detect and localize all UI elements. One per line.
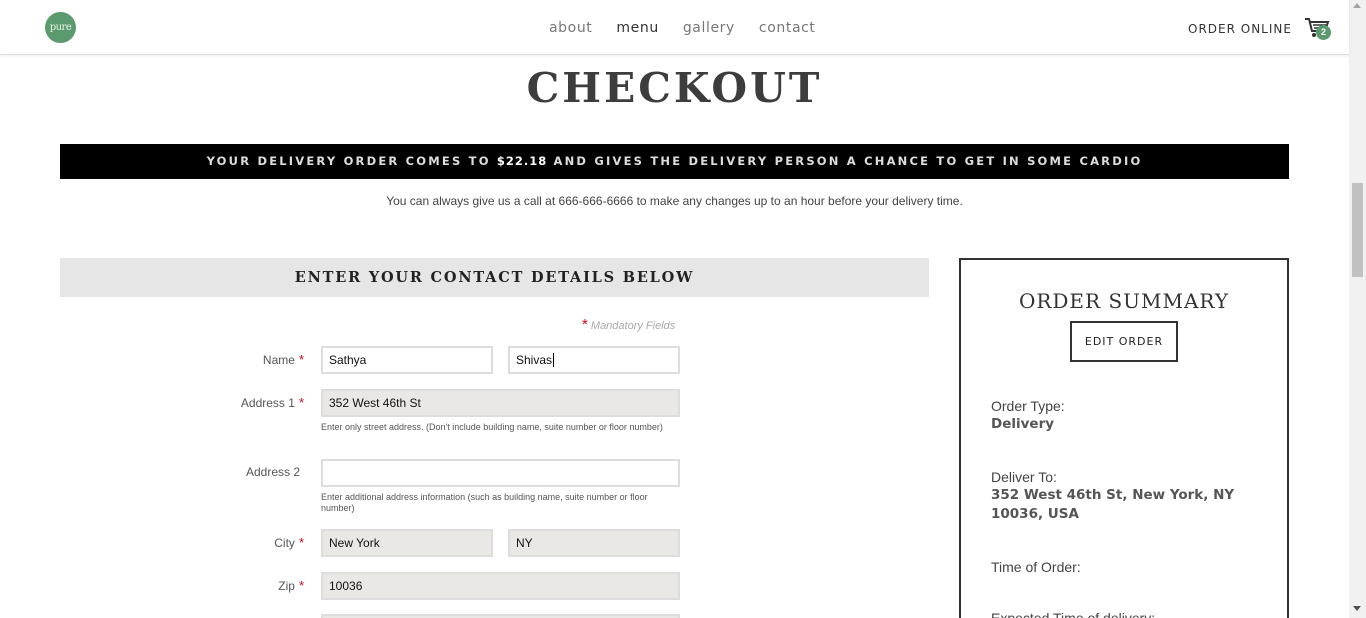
name-label: Name * <box>104 352 304 367</box>
deliver-to-value: 352 West 46th St, New York, NY 10036, US… <box>991 487 1235 522</box>
scroll-up-arrow-icon[interactable] <box>1353 3 1361 8</box>
city-input[interactable]: New York <box>321 529 493 557</box>
address1-label-text: Address 1 <box>240 396 295 410</box>
nav-gallery[interactable]: gallery <box>683 20 735 36</box>
nav-contact[interactable]: contact <box>759 20 816 36</box>
order-total-amount: $22.18 <box>496 154 548 168</box>
page-scrollbar[interactable] <box>1349 0 1366 618</box>
order-type-value: Delivery <box>991 416 1055 432</box>
last-name-input[interactable]: Shivas <box>508 346 680 374</box>
name-label-text: Name <box>262 353 295 367</box>
scrollbar-thumb[interactable] <box>1352 183 1363 277</box>
deliver-to-label: Deliver To: <box>991 469 1057 485</box>
page-title: CHECKOUT <box>526 64 823 112</box>
last-name-value: Shivas <box>516 353 553 367</box>
edit-order-button[interactable]: EDIT ORDER <box>1070 321 1178 362</box>
scroll-down-arrow-icon[interactable] <box>1353 606 1361 611</box>
required-asterisk-icon: * <box>298 352 304 367</box>
state-input[interactable]: NY <box>508 529 680 557</box>
expected-delivery-label: Expected Time of delivery: <box>991 610 1156 618</box>
required-asterisk-icon: * <box>582 316 588 333</box>
logo-text: pure <box>49 22 72 33</box>
call-note: You can always give us a call at 666-666… <box>386 194 963 208</box>
first-name-input[interactable]: Sathya <box>321 346 493 374</box>
required-asterisk-icon: * <box>298 578 304 593</box>
order-type-label: Order Type: <box>991 398 1065 414</box>
address1-input[interactable]: 352 West 46th St <box>321 389 680 417</box>
mandatory-fields-note: * Mandatory Fields <box>582 316 675 333</box>
nav-about[interactable]: about <box>549 20 592 36</box>
address1-label: Address 1 * <box>104 395 304 410</box>
contact-form-heading: ENTER YOUR CONTACT DETAILS BELOW <box>60 258 929 297</box>
address2-hint: Enter additional address information (su… <box>321 492 648 513</box>
order-summary-title: ORDER SUMMARY <box>1018 289 1230 313</box>
text-cursor <box>553 353 555 367</box>
top-nav-bar: pure about menu gallery contact ORDER ON… <box>0 0 1349 55</box>
address1-hint: Enter only street address. (Don't includ… <box>321 422 663 432</box>
city-label: City * <box>104 535 304 550</box>
time-of-order-label: Time of Order: <box>991 559 1081 575</box>
address2-label: Address 2 <box>245 465 300 479</box>
zip-label-text: Zip <box>278 579 295 593</box>
required-asterisk-icon: * <box>298 535 304 550</box>
delivery-total-banner: YOUR DELIVERY ORDER COMES TO $22.18 AND … <box>60 144 1289 179</box>
banner-text-start: YOUR DELIVERY ORDER COMES TO <box>206 154 497 168</box>
cart-count-badge: 2 <box>1316 25 1331 40</box>
banner-text-end: AND GIVES THE DELIVERY PERSON A CHANCE T… <box>547 154 1143 168</box>
main-nav: about menu gallery contact <box>549 20 840 36</box>
required-asterisk-icon: * <box>298 395 304 410</box>
address2-input[interactable] <box>321 459 680 487</box>
zip-input[interactable]: 10036 <box>321 572 680 600</box>
city-label-text: City <box>274 536 295 550</box>
logo[interactable]: pure <box>45 12 76 43</box>
next-input-partial[interactable] <box>321 614 680 618</box>
mandatory-fields-text: Mandatory Fields <box>590 320 676 332</box>
zip-label: Zip * <box>104 578 304 593</box>
order-online-link[interactable]: ORDER ONLINE <box>1188 22 1292 36</box>
nav-menu[interactable]: menu <box>616 20 658 36</box>
